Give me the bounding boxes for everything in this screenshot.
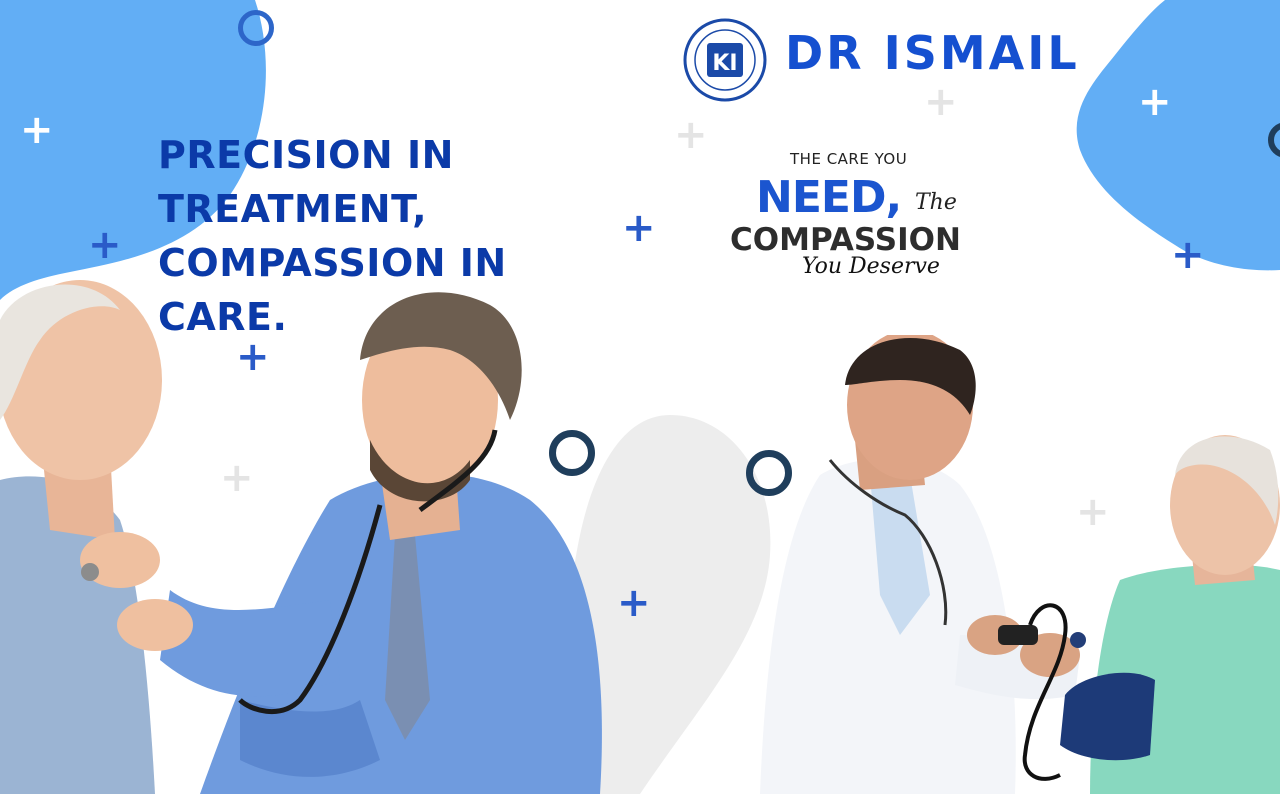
plus-icon: + (220, 455, 254, 501)
plus-icon: + (617, 580, 651, 626)
ring-icon (746, 450, 792, 496)
tagline-line-2: NEED, (756, 172, 902, 223)
plus-icon: + (924, 79, 958, 125)
plus-icon: + (674, 112, 708, 158)
photo-doctor-stethoscope (0, 280, 625, 794)
headline-line-2: TREATMENT, (158, 187, 428, 231)
tagline-line-3: The (915, 190, 957, 215)
headline-line-4: CARE. (158, 295, 288, 339)
plus-icon: + (1138, 79, 1172, 125)
plus-icon: + (88, 222, 122, 268)
headline: PRECISION IN TREATMENT, COMPASSION IN CA… (158, 128, 518, 344)
photo-doctor-blood-pressure (760, 335, 1280, 794)
logo-initials: KI (712, 51, 737, 76)
brand-name: DR ISMAIL (785, 26, 1080, 80)
plus-icon: + (20, 107, 54, 153)
headline-line-3: COMPASSION IN (158, 241, 507, 285)
tagline-line-1: THE CARE YOU (790, 150, 908, 168)
plus-icon: + (1171, 232, 1205, 278)
headline-line-1: PRECISION IN (158, 133, 454, 177)
plus-icon: + (1076, 489, 1110, 535)
ring-icon (238, 10, 274, 46)
ring-icon (549, 430, 595, 476)
tagline-line-4: COMPASSION (730, 222, 961, 258)
plus-icon: + (622, 205, 656, 251)
logo-emblem: KI (683, 18, 767, 102)
tagline-line-5: You Deserve (802, 254, 940, 279)
